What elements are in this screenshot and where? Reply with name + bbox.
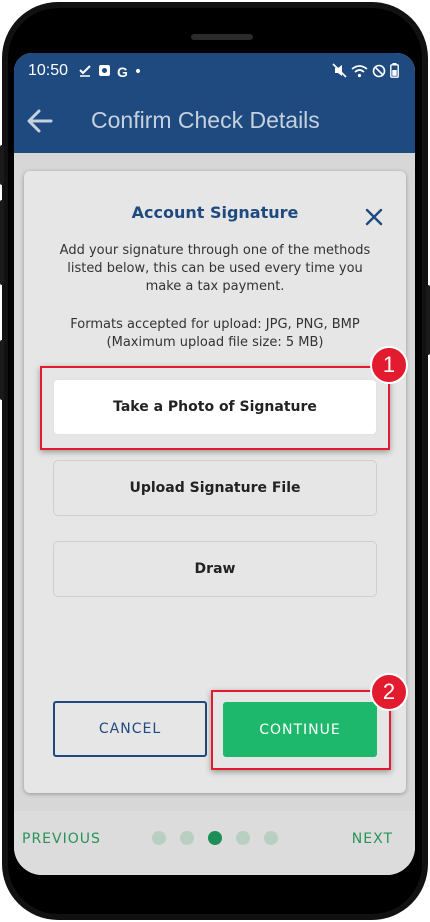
status-bar: 10:50 G • <box>14 53 415 89</box>
draw-button[interactable]: Draw <box>53 541 377 597</box>
formats-line: Formats accepted for upload: JPG, PNG, B… <box>70 317 360 332</box>
step-dot <box>264 831 278 845</box>
google-icon: G <box>117 64 128 80</box>
upload-file-label: Upload Signature File <box>129 480 301 496</box>
max-size-line: (Maximum upload file size: 5 MB) <box>106 335 324 350</box>
dot-icon: • <box>133 64 143 80</box>
dialog-description: Add your signature through one of the me… <box>59 243 371 294</box>
step-dot-current <box>208 831 222 845</box>
volume-down-button <box>0 200 4 285</box>
wifi-icon <box>351 64 368 82</box>
callout-highlight-continue <box>211 690 391 770</box>
no-sign-icon <box>372 64 386 82</box>
check-icon <box>78 63 92 81</box>
close-button[interactable] <box>362 205 386 229</box>
previous-button[interactable]: PREVIOUS <box>22 831 101 847</box>
app-bar: Confirm Check Details <box>14 89 415 153</box>
power-button <box>426 285 430 355</box>
speaker-grille <box>191 34 253 40</box>
app-icon <box>98 64 111 81</box>
cancel-label: CANCEL <box>98 721 162 737</box>
dialog-title: Account Signature <box>131 203 299 222</box>
draw-label: Draw <box>194 561 236 577</box>
status-time: 10:50 <box>28 62 69 79</box>
battery-icon <box>390 63 399 82</box>
step-indicator <box>152 831 278 845</box>
callout-badge-2: 2 <box>370 673 408 711</box>
volume-up-button <box>0 145 4 185</box>
next-button[interactable]: NEXT <box>352 831 393 847</box>
step-dot <box>152 831 166 845</box>
status-right-icons <box>332 63 399 82</box>
cancel-button[interactable]: CANCEL <box>53 701 207 757</box>
page-title: Confirm Check Details <box>91 107 320 133</box>
arrow-left-icon <box>27 109 53 133</box>
step-dot <box>236 831 250 845</box>
upload-formats-note: Formats accepted for upload: JPG, PNG, B… <box>54 316 376 352</box>
step-navigation: PREVIOUS NEXT <box>14 811 415 875</box>
callout-highlight-photo <box>40 366 390 450</box>
close-icon <box>365 208 383 226</box>
step-dot <box>180 831 194 845</box>
bixby-button <box>0 340 4 400</box>
status-left-icons: G • <box>78 63 142 81</box>
back-button[interactable] <box>24 105 56 137</box>
callout-badge-1: 1 <box>370 346 408 384</box>
mute-icon <box>332 63 347 82</box>
upload-file-button[interactable]: Upload Signature File <box>53 460 377 516</box>
